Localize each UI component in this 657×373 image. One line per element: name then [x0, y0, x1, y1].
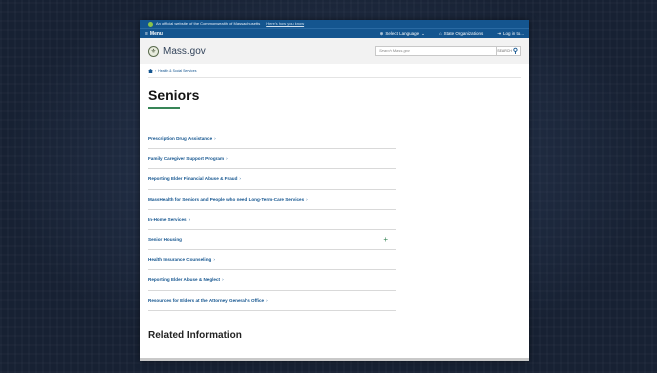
link-label: In-Home Services: [148, 216, 187, 222]
related-information-heading: Related Information: [148, 329, 242, 341]
seal-icon: [148, 21, 153, 27]
search-bar: Search Mass.gov SEARCH ⚲: [375, 46, 521, 56]
link-reporting-elder-abuse-neglect[interactable]: Reporting Elder Abuse & Neglect ›: [148, 270, 396, 291]
menu-label: Menu: [149, 30, 163, 37]
link-in-home-services[interactable]: In-Home Services ›: [148, 210, 396, 230]
link-health-insurance-counseling[interactable]: Health Insurance Counseling ›: [148, 250, 396, 271]
site-header: ⚜ Mass.gov Search Mass.gov SEARCH ⚲: [140, 38, 529, 64]
browser-screenshot: An official website of the Commonwealth …: [140, 20, 529, 361]
breadcrumb-separator: ›: [155, 69, 157, 73]
arrow-icon: ›: [239, 176, 241, 182]
globe-icon: ⊕: [379, 30, 384, 36]
expand-plus-icon[interactable]: +: [383, 235, 388, 244]
link-family-caregiver-support[interactable]: Family Caregiver Support Program ›: [148, 149, 396, 170]
bottom-edge-bar: [140, 358, 529, 361]
title-underline: [148, 107, 180, 109]
chevron-down-icon: ⌄: [421, 30, 425, 36]
arrow-icon: ›: [213, 257, 215, 263]
search-input[interactable]: Search Mass.gov: [375, 46, 497, 56]
breadcrumb: › Health & Social Services: [140, 64, 529, 73]
menu-button[interactable]: ≡ Menu: [145, 31, 163, 37]
select-language-label: Select Language: [385, 31, 420, 36]
breadcrumb-health-link[interactable]: Health & Social Services: [158, 69, 196, 73]
logo-text: Mass.gov: [163, 45, 206, 57]
search-button[interactable]: SEARCH ⚲: [497, 46, 521, 56]
state-organizations-button[interactable]: ⌂ State Organizations: [439, 31, 483, 36]
page-title: Seniors: [148, 87, 200, 103]
utility-nav: ≡ Menu ⊕ Select Language ⌄ ⌂ State Organ…: [140, 28, 529, 38]
home-icon[interactable]: [148, 69, 153, 73]
link-label: Family Caregiver Support Program: [148, 156, 225, 162]
link-label: Resources for Elders at the Attorney Gen…: [148, 297, 265, 303]
building-icon: ⌂: [438, 31, 442, 36]
arrow-icon: ›: [266, 297, 268, 303]
link-prescription-drug-assistance[interactable]: Prescription Drug Assistance ›: [148, 129, 396, 150]
link-attorney-general-resources[interactable]: Resources for Elders at the Attorney Gen…: [148, 291, 396, 311]
link-senior-housing[interactable]: Senior Housing +: [148, 230, 396, 251]
link-reporting-elder-financial-abuse[interactable]: Reporting Elder Financial Abuse & Fraud ›: [148, 169, 396, 190]
login-icon: ⇥: [497, 30, 501, 36]
link-label: Senior Housing: [148, 237, 182, 243]
mass-gov-logo[interactable]: ⚜ Mass.gov: [148, 45, 206, 57]
search-icon: ⚲: [512, 47, 518, 55]
link-label: Health Insurance Counseling: [148, 257, 212, 263]
heres-how-link[interactable]: Here's how you know: [266, 20, 304, 28]
seniors-link-list: Prescription Drug Assistance › Family Car…: [148, 129, 396, 311]
link-masshealth-for-seniors[interactable]: MassHealth for Seniors and People who ne…: [148, 190, 396, 210]
login-button[interactable]: ⇥ Log in to...: [497, 31, 524, 37]
link-label: Reporting Elder Financial Abuse & Fraud: [148, 176, 238, 182]
hamburger-icon: ≡: [145, 30, 148, 37]
login-label: Log in to...: [502, 31, 524, 36]
official-site-banner: An official website of the Commonwealth …: [140, 20, 529, 28]
search-button-label: SEARCH: [497, 49, 512, 53]
link-label: MassHealth for Seniors and People who ne…: [148, 196, 305, 202]
arrow-icon: ›: [214, 136, 216, 142]
state-organizations-label: State Organizations: [443, 31, 484, 36]
link-label: Prescription Drug Assistance: [148, 136, 213, 142]
official-banner-text: An official website of the Commonwealth …: [156, 21, 261, 26]
link-label: Reporting Elder Abuse & Neglect: [148, 277, 221, 283]
arrow-icon: ›: [306, 196, 308, 202]
utility-links: ⊕ Select Language ⌄ ⌂ State Organization…: [380, 31, 524, 37]
select-language-button[interactable]: ⊕ Select Language ⌄: [380, 31, 425, 37]
state-seal-icon: ⚜: [148, 45, 159, 57]
arrow-icon: ›: [222, 277, 224, 283]
arrow-icon: ›: [226, 156, 228, 162]
arrow-icon: ›: [188, 216, 191, 222]
